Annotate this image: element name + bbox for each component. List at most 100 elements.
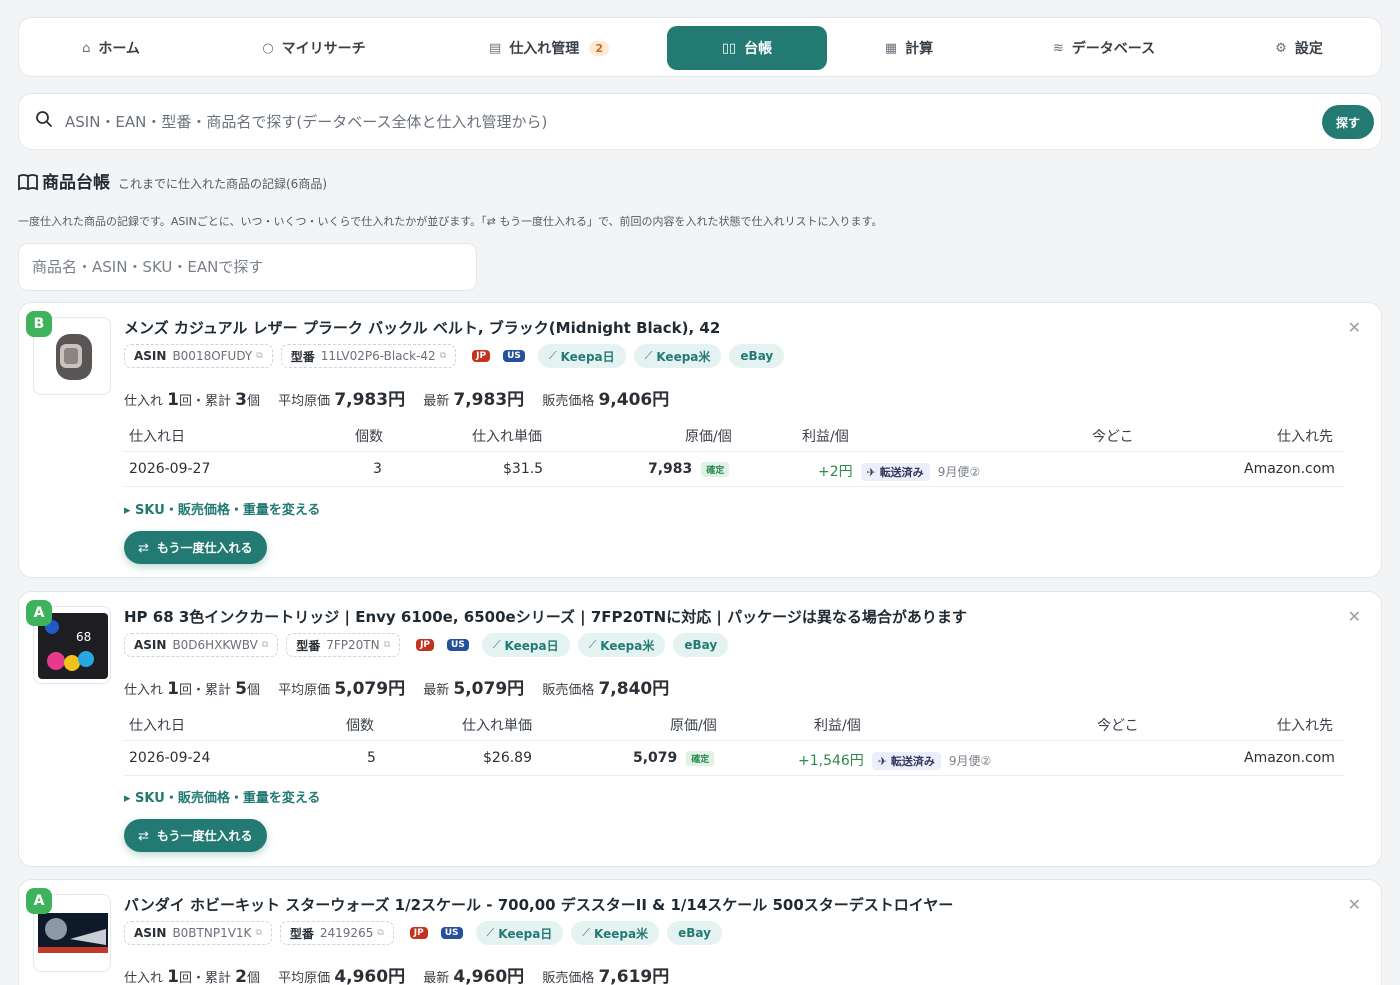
purchase-label: 仕入れ [124,971,164,985]
nav-ledger-label: 台帳 [744,41,773,57]
keepa-us-link[interactable]: ⟋ Keepa米 [577,633,666,657]
purchase-times: 1 [167,679,179,699]
sku-toggle[interactable]: ▸ SKU・販売価格・重量を変える [124,787,320,806]
model-value: 7FP20TN [326,638,380,652]
latest-label: 最新 [423,971,450,985]
row-profit: +1,546円 [798,753,864,769]
reorder-button[interactable]: ⇄ もう一度仕入れる [124,531,267,564]
product-tags: ASIN B0018OFUDY ⧉ 型番 11LV02P6-Black-42 ⧉ JP … [124,344,785,368]
copy-icon[interactable]: ⧉ [255,928,261,938]
nav-database[interactable]: ≋ データベース [1019,26,1189,70]
sku-toggle[interactable]: ▸ SKU・販売価格・重量を変える [124,499,320,518]
repeat-icon: ⇄ [138,827,149,843]
nav-calc[interactable]: ▦ 計算 [849,26,969,70]
col-date: 仕入れ日 [129,718,185,734]
ledger-filter-input[interactable] [18,243,477,291]
us-flag-icon[interactable]: US [440,927,463,939]
col-cost: 原価/個 [670,718,717,734]
pieces-unit: 個 [247,971,261,985]
grade-badge: A [26,600,52,626]
avg-cost-value: 4,960円 [334,967,406,985]
avg-cost-label: 平均原価 [278,394,331,409]
close-icon[interactable]: ✕ [1348,607,1361,626]
copy-icon[interactable]: ⧉ [262,640,268,650]
keepa-us-label: Keepa米 [594,926,649,941]
keepa-us-link[interactable]: ⟋ Keepa米 [571,921,660,945]
search-icon: ○ [262,40,274,56]
sale-price-value: 7,619円 [598,967,670,985]
ship-month: 9月便② [937,465,981,479]
clipboard-icon: ▤ [489,40,502,56]
reorder-button[interactable]: ⇄ もう一度仕入れる [124,819,267,852]
latest-label: 最新 [423,394,450,409]
us-flag-icon[interactable]: US [503,350,525,362]
asin-label: ASIN [134,638,167,652]
table-header: 仕入れ日 個数 仕入れ単価 原価/個 利益/個 今どこ 仕入れ先 [124,417,1344,452]
ebay-link[interactable]: eBay [667,921,722,945]
asin-value: B0018OFUDY [172,349,253,363]
asin-label: ASIN [134,926,167,940]
row-qty: 5 [367,750,376,766]
nav-purchase-management[interactable]: ▤ 仕入れ管理 2 [449,26,649,70]
svg-text:68: 68 [76,630,91,644]
product-title[interactable]: HP 68 3色インクカートリッジ | Envy 6100e, 6500eシリー… [124,606,967,627]
keepa-jp-link[interactable]: ⟋ Keepa日 [481,633,570,657]
notification-badge: 2 [589,40,609,56]
nav-home-label: ホーム [98,41,140,57]
us-flag-icon[interactable]: US [447,639,469,651]
avg-cost-value: 7,983円 [334,390,406,410]
table-header: 仕入れ日 個数 仕入れ単価 原価/個 利益/個 今どこ 仕入れ先 [124,706,1344,741]
close-icon[interactable]: ✕ [1348,318,1361,337]
purchase-total: 2 [235,967,247,985]
chart-icon: ⟋ [644,349,653,362]
nav-ledger[interactable]: ▯▯ 台帳 [667,26,827,70]
product-tags: ASIN B0BTNP1V1K ⧉ 型番 2419265 ⧉ JP US ⟋ Keepa日… [124,921,722,945]
product-title[interactable]: メンズ カジュアル レザー プラーク バックル ベルト, ブラック(Midnig… [124,317,720,338]
row-profit: +2円 [818,464,853,480]
col-qty: 個数 [355,429,383,445]
purchase-label: 仕入れ [124,394,164,409]
home-icon: ⌂ [82,40,91,56]
plane-icon: ✈ [877,755,891,768]
keepa-jp-link[interactable]: ⟋ Keepa日 [475,921,564,945]
nav-my-research[interactable]: ○ マイリサーチ [219,26,409,70]
reorder-label: もう一度仕入れる [156,829,253,843]
copy-icon[interactable]: ⧉ [256,351,262,361]
close-icon[interactable]: ✕ [1348,895,1361,914]
row-cost: 7,983 [648,461,693,477]
model-label: 型番 [290,349,315,364]
jp-flag-icon[interactable]: JP [409,927,428,939]
row-supplier: Amazon.com [1244,461,1335,477]
ebay-link[interactable]: eBay [673,633,729,657]
section-header: 商品台帳 これまでに仕入れた商品の記録(6商品) [18,168,327,193]
asin-tag[interactable]: ASIN B0D6HXKWBV ⧉ [124,633,279,657]
nav-home[interactable]: ⌂ ホーム [39,26,183,70]
page-description: 一度仕入れた商品の記録です。ASINごとに、いつ・いくつ・いくらで仕入れたかが並… [18,215,883,228]
col-profit: 利益/個 [802,429,849,445]
nav-purchase-management-label: 仕入れ管理 [509,41,580,57]
keepa-jp-link[interactable]: ⟋ Keepa日 [537,344,626,368]
chart-icon: ⟋ [582,926,590,939]
copy-icon[interactable]: ⧉ [377,928,383,938]
asin-tag[interactable]: ASIN B0BTNP1V1K ⧉ [124,921,272,945]
ebay-link[interactable]: eBay [729,344,785,368]
search-button[interactable]: 探す [1322,105,1374,139]
jp-flag-icon[interactable]: JP [416,639,435,651]
model-tag[interactable]: 型番 2419265 ⧉ [279,921,394,945]
table-row: 2026-09-24 5 $26.89 5,079 確定 +1,546円 ✈ 転送済… [124,741,1344,776]
avg-cost-label: 平均原価 [278,971,331,985]
row-date: 2026-09-27 [129,461,211,477]
nav-settings[interactable]: ⚙ 設定 [1239,26,1359,70]
asin-tag[interactable]: ASIN B0018OFUDY ⧉ [124,344,273,368]
global-search-input[interactable] [65,104,1295,140]
asin-label: ASIN [134,349,167,363]
product-tags: ASIN B0D6HXKWBV ⧉ 型番 7FP20TN ⧉ JP US ⟋ Keepa日… [124,633,729,657]
jp-flag-icon[interactable]: JP [472,350,491,362]
keepa-us-link[interactable]: ⟋ Keepa米 [633,344,722,368]
copy-icon[interactable]: ⧉ [384,640,390,650]
product-title[interactable]: バンダイ ホビーキット スターウォーズ 1/2スケール - 700,00 デスス… [124,894,953,915]
model-tag[interactable]: 型番 11LV02P6-Black-42 ⧉ [280,344,457,368]
copy-icon[interactable]: ⧉ [440,351,446,361]
model-value: 11LV02P6-Black-42 [320,349,436,363]
model-tag[interactable]: 型番 7FP20TN ⧉ [286,633,401,657]
